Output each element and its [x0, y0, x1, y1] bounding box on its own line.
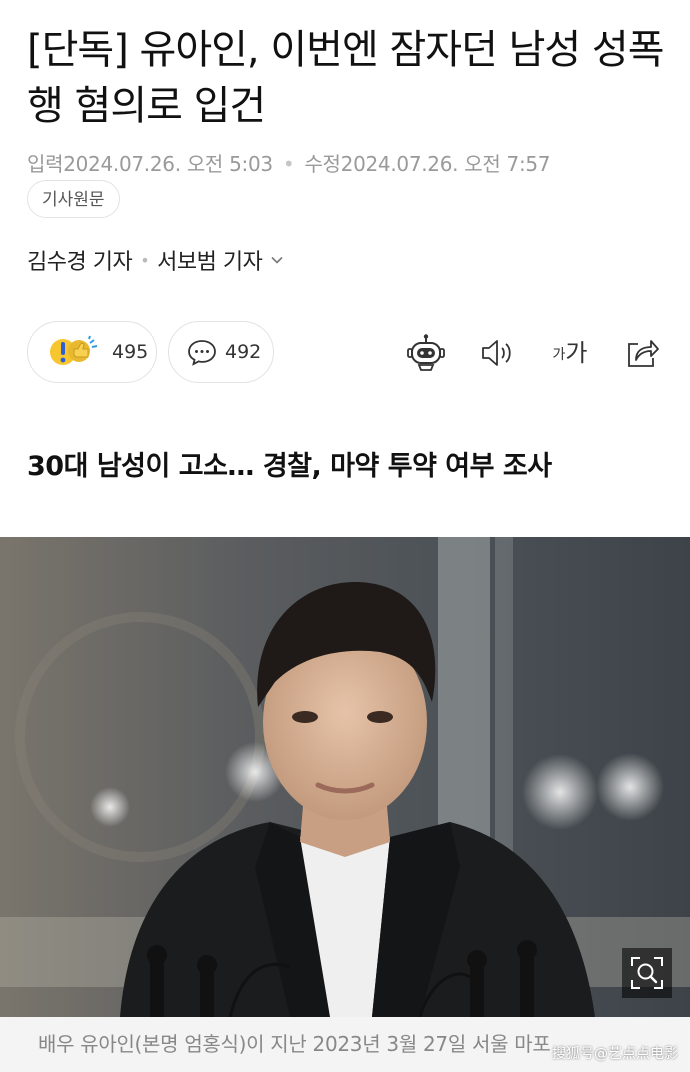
- article-dates: 입력2024.07.26. 오전 5:03 • 수정2024.07.26. 오전…: [27, 148, 551, 177]
- chevron-down-icon[interactable]: [270, 253, 284, 267]
- press-photo-illustration: [0, 537, 690, 1017]
- article-subheadline: 30대 남성이 고소… 경찰, 마약 투약 여부 조사: [27, 451, 552, 482]
- reporters-byline[interactable]: 김수경 기자 • 서보범 기자: [27, 244, 284, 276]
- modified-date: 2024.07.26. 오전 7:57: [340, 152, 551, 176]
- reporter-2[interactable]: 서보범 기자: [157, 244, 263, 276]
- share-icon: [628, 340, 659, 367]
- comment-bubble-icon: [188, 340, 216, 366]
- date-separator: •: [282, 152, 295, 176]
- reporter-separator: •: [140, 250, 150, 270]
- like-count: 495: [112, 341, 149, 363]
- comment-button[interactable]: 492: [168, 321, 274, 383]
- share-button[interactable]: [622, 333, 662, 373]
- font-size-large: 가: [565, 339, 588, 367]
- input-label: 입력: [27, 152, 64, 176]
- robot-summary-icon: [407, 334, 445, 371]
- like-reaction-button[interactable]: 495: [27, 321, 157, 383]
- font-size-icon: 가가: [553, 339, 588, 367]
- comment-count: 492: [225, 341, 262, 363]
- reaction-emoji-icon: [50, 335, 98, 365]
- font-size-small: 가: [552, 347, 566, 363]
- photo-zoom-button[interactable]: [622, 948, 672, 998]
- summary-button[interactable]: [404, 333, 448, 373]
- photo-caption: 배우 유아인(본명 엄홍식)이 지난 2023년 3월 27일 서울 마포: [38, 1032, 551, 1056]
- speaker-icon: [482, 340, 511, 366]
- watermark: 搜狐号@艺点点电影: [552, 1046, 678, 1062]
- reporter-1[interactable]: 김수경 기자: [27, 244, 133, 276]
- input-date: 2024.07.26. 오전 5:03: [63, 152, 273, 176]
- font-size-button[interactable]: 가가: [548, 333, 592, 373]
- modified-label: 수정: [304, 152, 341, 176]
- article-photo[interactable]: [0, 537, 690, 1017]
- tts-button[interactable]: [478, 333, 518, 373]
- zoom-icon: [631, 957, 663, 989]
- article-headline: [단독] 유아인, 이번엔 잠자던 남성 성폭행 혐의로 입건: [27, 27, 665, 129]
- original-article-button[interactable]: 기사원문: [27, 180, 120, 218]
